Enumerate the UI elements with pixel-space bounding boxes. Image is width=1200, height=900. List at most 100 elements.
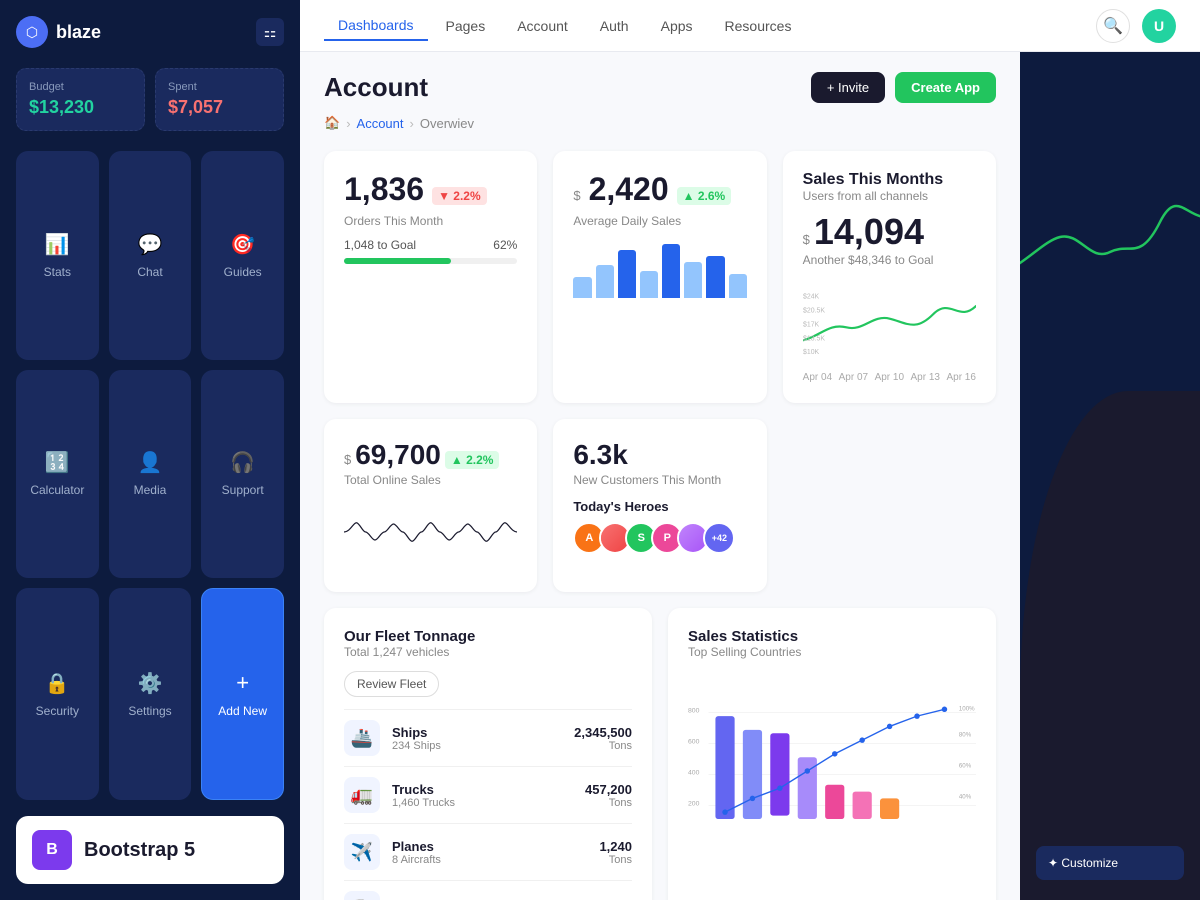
review-fleet-button[interactable]: Review Fleet: [344, 671, 439, 697]
user-avatar[interactable]: U: [1142, 9, 1176, 43]
sales-stats-subtitle: Top Selling Countries: [688, 645, 976, 659]
fleet-ships-info: Ships 234 Ships: [392, 725, 441, 752]
create-app-button[interactable]: Create App: [895, 72, 996, 103]
heroes-title: Today's Heroes: [573, 499, 746, 514]
main-area: Dashboards Pages Account Auth Apps Resou…: [300, 0, 1200, 900]
svg-text:$10K: $10K: [803, 349, 820, 356]
nav-item-resources[interactable]: Resources: [711, 12, 806, 40]
breadcrumb-account[interactable]: Account: [357, 116, 404, 131]
hero-avatar-more: +42: [703, 522, 735, 554]
customers-label: New Customers This Month: [573, 473, 746, 487]
header-actions: + Invite Create App: [811, 72, 996, 103]
sidebar-item-settings-label: Settings: [128, 704, 171, 718]
sidebar-menu-icon[interactable]: ⚏: [256, 18, 284, 46]
svg-text:200: 200: [688, 800, 700, 807]
fleet-planes-amount: 1,240: [599, 839, 632, 854]
customize-button[interactable]: ✦ Customize: [1036, 846, 1184, 880]
svg-text:80%: 80%: [959, 732, 972, 739]
sidebar-item-chat[interactable]: 💬 Chat: [109, 151, 192, 360]
nav-item-auth[interactable]: Auth: [586, 12, 643, 40]
progress-label: 1,048 to Goal: [344, 238, 416, 252]
svg-text:$24K: $24K: [803, 294, 820, 301]
fleet-card: Our Fleet Tonnage Total 1,247 vehicles R…: [324, 608, 652, 900]
svg-text:800: 800: [688, 708, 700, 715]
logo-area: ⬡ blaze: [16, 16, 101, 48]
bar-5: [662, 244, 680, 298]
page-header: Account + Invite Create App: [324, 72, 996, 103]
sidebar-header: ⬡ blaze ⚏: [16, 16, 284, 48]
security-icon: 🔒: [45, 671, 70, 696]
sales-chart-labels: Apr 04 Apr 07 Apr 10 Apr 13 Apr 16: [803, 372, 976, 383]
right-panel: ✦ Customize: [1020, 52, 1200, 900]
online-sales-card: $ 69,700 ▲ 2.2% Total Online Sales: [324, 419, 537, 592]
bootstrap-icon: B: [32, 830, 72, 870]
bar-7: [706, 256, 724, 298]
fleet-trucks-amount: 457,200: [585, 782, 632, 797]
avatars-row: A S P +42: [573, 522, 746, 554]
svg-text:400: 400: [688, 769, 700, 776]
fleet-ships-val: 2,345,500 Tons: [574, 725, 632, 752]
budget-label: Budget: [29, 81, 132, 93]
svg-text:100%: 100%: [959, 706, 975, 713]
logo-text: blaze: [56, 22, 101, 43]
nav-item-apps[interactable]: Apps: [647, 12, 707, 40]
sidebar-item-calculator-label: Calculator: [30, 483, 84, 497]
fleet-subtitle: Total 1,247 vehicles: [344, 645, 632, 659]
planes-icon: ✈️: [344, 834, 380, 870]
sidebar-item-guides-label: Guides: [224, 265, 262, 279]
fleet-planes-info: Planes 8 Aircrafts: [392, 839, 441, 866]
sidebar-item-security[interactable]: 🔒 Security: [16, 588, 99, 800]
sidebar-item-security-label: Security: [36, 704, 79, 718]
breadcrumb-home-icon[interactable]: 🏠: [324, 115, 340, 131]
sales-stats-title: Sales Statistics: [688, 628, 976, 645]
budget-value: $13,230: [29, 97, 132, 118]
sidebar-item-settings[interactable]: ⚙️ Settings: [109, 588, 192, 800]
progress-bar-bg: [344, 258, 517, 264]
svg-text:40%: 40%: [959, 793, 972, 800]
sidebar-item-media[interactable]: 👤 Media: [109, 370, 192, 579]
orders-value: 1,836: [344, 171, 424, 208]
orders-label: Orders This Month: [344, 214, 517, 228]
svg-text:$20.5K: $20.5K: [803, 308, 825, 315]
fleet-row-planes: ✈️ Planes 8 Aircrafts 1,240 Tons: [344, 823, 632, 880]
nav-right: 🔍 U: [1096, 9, 1176, 43]
fleet-trucks-unit: Tons: [585, 797, 632, 809]
green-chart-overlay: [1020, 132, 1200, 352]
navbar: Dashboards Pages Account Auth Apps Resou…: [300, 0, 1200, 52]
guides-icon: 🎯: [230, 232, 255, 257]
page-content: Account + Invite Create App 🏠 › Account …: [300, 52, 1200, 900]
nav-item-pages[interactable]: Pages: [432, 12, 500, 40]
nav-item-account[interactable]: Account: [503, 12, 582, 40]
calculator-icon: 🔢: [45, 450, 70, 475]
bootstrap-label: Bootstrap 5: [84, 839, 195, 862]
sidebar-item-stats[interactable]: 📊 Stats: [16, 151, 99, 360]
right-panel-bg: [1020, 391, 1200, 900]
daily-sales-card: $ 2,420 ▲ 2.6% Average Daily Sales: [553, 151, 766, 403]
sidebar-item-add-new[interactable]: + Add New: [201, 588, 284, 800]
sidebar-item-calculator[interactable]: 🔢 Calculator: [16, 370, 99, 579]
budget-row: Budget $13,230 Spent $7,057: [16, 68, 284, 131]
online-sales-label: Total Online Sales: [344, 473, 517, 487]
sidebar-item-chat-label: Chat: [137, 265, 162, 279]
invite-button[interactable]: + Invite: [811, 72, 885, 103]
breadcrumb: 🏠 › Account › Overwiev: [324, 115, 996, 131]
logo-icon: ⬡: [16, 16, 48, 48]
sales-goal-note: Another $48,346 to Goal: [803, 253, 976, 267]
bootstrap-badge: B Bootstrap 5: [16, 816, 284, 884]
search-button[interactable]: 🔍: [1096, 9, 1130, 43]
fleet-trucks-info: Trucks 1,460 Trucks: [392, 782, 455, 809]
sidebar-item-guides[interactable]: 🎯 Guides: [201, 151, 284, 360]
nav-item-dashboards[interactable]: Dashboards: [324, 11, 428, 41]
fleet-planes-unit: Tons: [599, 854, 632, 866]
bar-1: [573, 277, 591, 298]
svg-text:60%: 60%: [959, 763, 972, 770]
spacer: [783, 419, 996, 592]
fleet-ships-unit: Tons: [574, 740, 632, 752]
fleet-trucks-val: 457,200 Tons: [585, 782, 632, 809]
sales-month-card: Sales This Months Users from all channel…: [783, 151, 996, 403]
sidebar-item-support[interactable]: 🎧 Support: [201, 370, 284, 579]
orders-card: 1,836 ▼ 2.2% Orders This Month 1,048 to …: [324, 151, 537, 403]
sales-dollar: $: [803, 232, 810, 247]
spent-card: Spent $7,057: [155, 68, 284, 131]
trucks-icon: 🚛: [344, 777, 380, 813]
